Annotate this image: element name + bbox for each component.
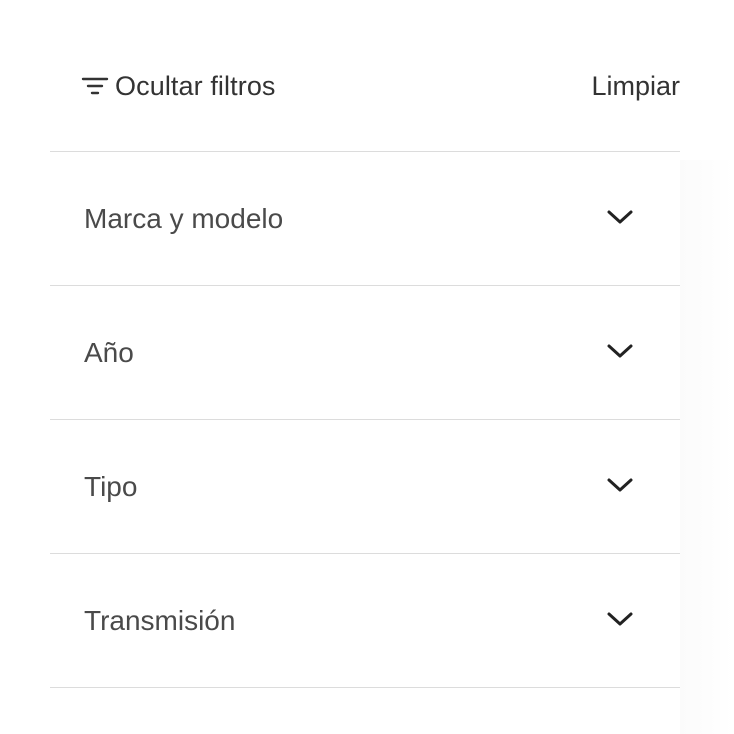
chevron-down-icon <box>607 344 633 357</box>
chevron-down-icon <box>607 612 633 625</box>
chevron-down-icon <box>607 478 633 491</box>
filter-list: Marca y modelo Año Tipo Transmisión <box>50 152 680 688</box>
filter-lines-icon <box>81 74 109 98</box>
filter-item-ano[interactable]: Año <box>50 286 680 420</box>
filter-label: Transmisión <box>84 604 236 636</box>
filter-label: Año <box>84 336 134 368</box>
filter-item-tipo[interactable]: Tipo <box>50 420 680 554</box>
hide-filters-label: Ocultar filtros <box>115 70 276 101</box>
filters-panel: Ocultar filtros Limpiar Marca y modelo A… <box>0 0 734 734</box>
filter-label: Tipo <box>84 470 138 502</box>
clear-filters-button[interactable]: Limpiar <box>591 66 680 106</box>
filter-item-transmision[interactable]: Transmisión <box>50 554 680 688</box>
chevron-down-icon <box>607 210 633 223</box>
filter-item-marca-modelo[interactable]: Marca y modelo <box>50 152 680 286</box>
hide-filters-button[interactable]: Ocultar filtros <box>81 66 276 106</box>
filter-label: Marca y modelo <box>84 202 284 234</box>
filters-header: Ocultar filtros Limpiar <box>50 0 680 152</box>
panel-edge-shade <box>680 160 734 734</box>
